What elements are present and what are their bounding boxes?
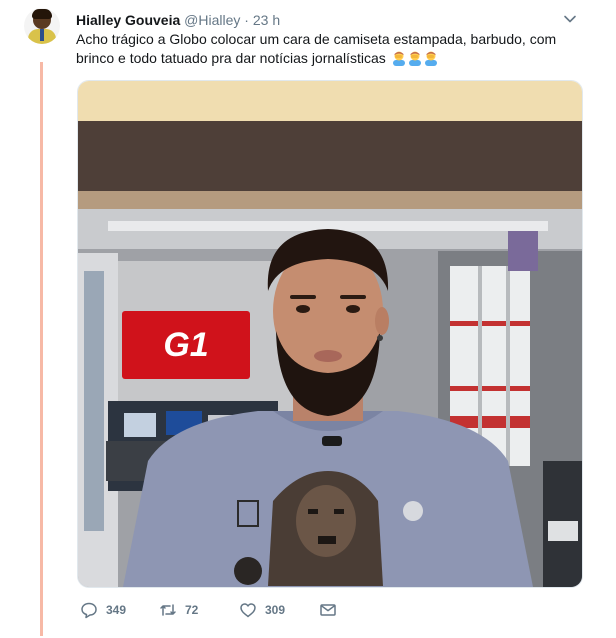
reply-count: 349 — [106, 603, 127, 617]
heart-icon — [240, 603, 256, 618]
user-handle[interactable]: @Hialley — [184, 12, 240, 28]
emoji-group — [390, 50, 438, 66]
chevron-down-icon[interactable] — [563, 12, 577, 26]
retweet-count: 72 — [185, 603, 199, 617]
avatar[interactable] — [24, 8, 60, 44]
message-button[interactable] — [319, 600, 337, 620]
tweet-media[interactable]: G1 — [77, 80, 583, 588]
man-facepalming-icon — [408, 51, 421, 66]
display-name[interactable]: Hialley Gouveia — [76, 12, 180, 28]
separator: · — [244, 12, 249, 28]
like-count: 309 — [265, 603, 286, 617]
man-facepalming-icon — [392, 51, 405, 66]
avatar-tie — [40, 29, 44, 41]
tweet-text: Acho trágico a Globo colocar um cara de … — [76, 31, 557, 66]
g1-logo-text: G1 — [163, 326, 208, 364]
envelope-icon — [320, 604, 336, 616]
avatar-hair — [32, 9, 52, 19]
media-photo: G1 — [78, 81, 582, 587]
thread-line — [40, 62, 43, 636]
tweet-actions: 349 72 309 — [77, 600, 377, 620]
tweet-header: Hialley Gouveia @Hialley · 23 h — [76, 11, 280, 29]
reply-icon — [81, 602, 97, 619]
tweet-text-block: Acho trágico a Globo colocar um cara de … — [76, 30, 576, 68]
retweet-icon — [160, 604, 176, 616]
timestamp[interactable]: 23 h — [253, 12, 280, 28]
retweet-button[interactable]: 72 — [159, 600, 198, 620]
man-facepalming-icon — [424, 51, 437, 66]
reply-button[interactable]: 349 — [80, 600, 126, 620]
like-button[interactable]: 309 — [239, 600, 285, 620]
